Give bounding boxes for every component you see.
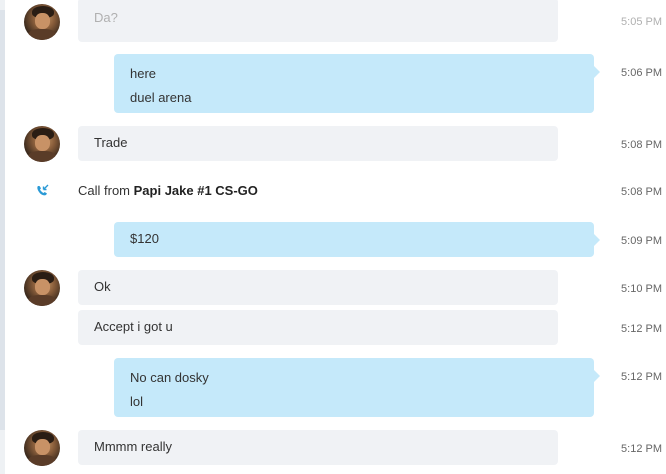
bubble-tail <box>594 66 600 78</box>
chat-scrollbar-thumb[interactable] <box>0 10 5 430</box>
message-text: Accept i got u <box>94 319 173 334</box>
outgoing-message-bubble[interactable]: $120 <box>114 222 594 257</box>
outgoing-message-bubble[interactable]: No can dosky lol <box>114 358 594 417</box>
bubble-tail <box>594 370 600 382</box>
message-timestamp: 5:12 PM <box>621 323 662 335</box>
message-text: Trade <box>94 135 128 150</box>
contact-avatar[interactable] <box>24 4 60 40</box>
message-timestamp: 5:12 PM <box>621 371 662 383</box>
call-event: Call from Papi Jake #1 CS-GO <box>78 183 258 198</box>
chat-scrollbar-track[interactable] <box>0 0 5 474</box>
call-event-prefix: Call from <box>78 183 134 198</box>
message-bubble[interactable]: Da? <box>78 0 558 42</box>
incoming-message-bubble[interactable]: Trade <box>78 126 558 161</box>
incoming-message-bubble[interactable]: Mmmm really <box>78 430 558 465</box>
incoming-message-bubble[interactable]: Ok <box>78 270 558 305</box>
contact-avatar[interactable] <box>24 430 60 466</box>
incoming-call-icon <box>37 184 49 196</box>
message-timestamp: 5:09 PM <box>621 235 662 247</box>
message-timestamp: 5:10 PM <box>621 283 662 295</box>
bubble-tail <box>594 234 600 246</box>
message-text: No can dosky <box>130 370 209 385</box>
contact-avatar[interactable] <box>24 126 60 162</box>
incoming-message-bubble[interactable]: Accept i got u <box>78 310 558 345</box>
message-timestamp: 5:08 PM <box>621 139 662 151</box>
message-text: Ok <box>94 279 111 294</box>
message-timestamp: 5:12 PM <box>621 443 662 455</box>
message-text: Mmmm really <box>94 439 172 454</box>
message-timestamp: 5:05 PM <box>621 16 662 28</box>
caller-name[interactable]: Papi Jake #1 CS-GO <box>134 183 258 198</box>
message-text: $120 <box>130 231 159 246</box>
message-timestamp: 5:08 PM <box>621 186 662 198</box>
message-text: here <box>130 66 157 81</box>
message-text: lol <box>130 394 144 409</box>
message-timestamp: 5:06 PM <box>621 67 662 79</box>
contact-avatar[interactable] <box>24 270 60 306</box>
message-text: duel arena <box>130 90 192 105</box>
outgoing-message-bubble[interactable]: here duel arena <box>114 54 594 113</box>
message-text: Da? <box>94 10 118 25</box>
